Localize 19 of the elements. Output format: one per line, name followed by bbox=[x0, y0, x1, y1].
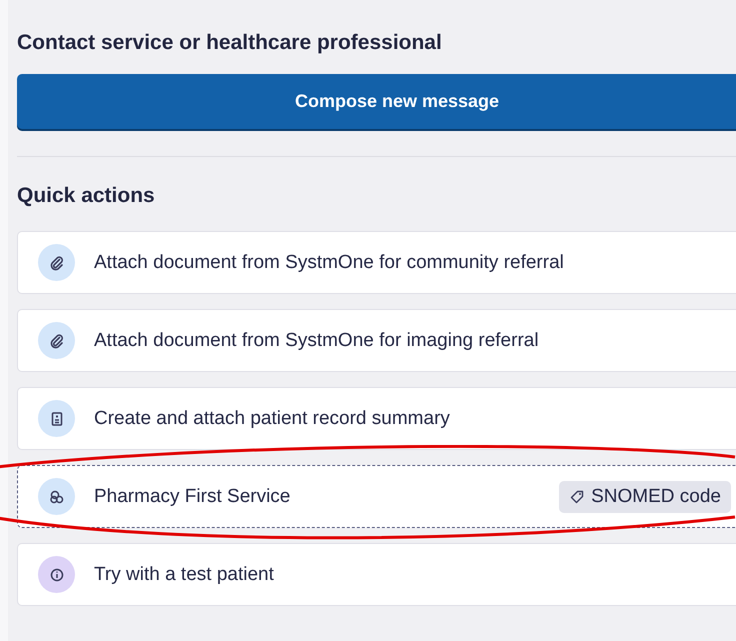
quick-action-item[interactable]: Attach document from SystmOne for community referral bbox=[17, 231, 736, 294]
pills-icon bbox=[48, 488, 64, 504]
quick-action-item[interactable]: Attach document from SystmOne for imaging referral bbox=[17, 309, 736, 372]
quick-action-item[interactable]: Try with a test patient bbox=[17, 543, 736, 606]
section-heading: Contact service or healthcare professional bbox=[17, 30, 443, 56]
action-label: Pharmacy First Service bbox=[94, 486, 290, 508]
quick-action-item[interactable]: Create and attach patient record summary bbox=[17, 387, 736, 450]
info-icon bbox=[48, 566, 64, 582]
tag-icon bbox=[569, 488, 586, 504]
section-heading: Quick actions bbox=[17, 183, 156, 209]
action-label: Try with a test patient bbox=[94, 564, 274, 586]
tag-label: SNOMED code bbox=[591, 486, 721, 508]
action-label: Attach document from SystmOne for community referral bbox=[94, 252, 564, 274]
quick-action-item[interactable]: Pharmacy First Service SNOMED code bbox=[17, 465, 736, 528]
paperclip-icon bbox=[48, 332, 64, 348]
action-label: Attach document from SystmOne for imaging referral bbox=[94, 330, 539, 352]
compose-button[interactable]: Compose new message bbox=[17, 74, 736, 129]
action-label: Create and attach patient record summary bbox=[94, 408, 450, 430]
paperclip-icon bbox=[48, 254, 64, 270]
